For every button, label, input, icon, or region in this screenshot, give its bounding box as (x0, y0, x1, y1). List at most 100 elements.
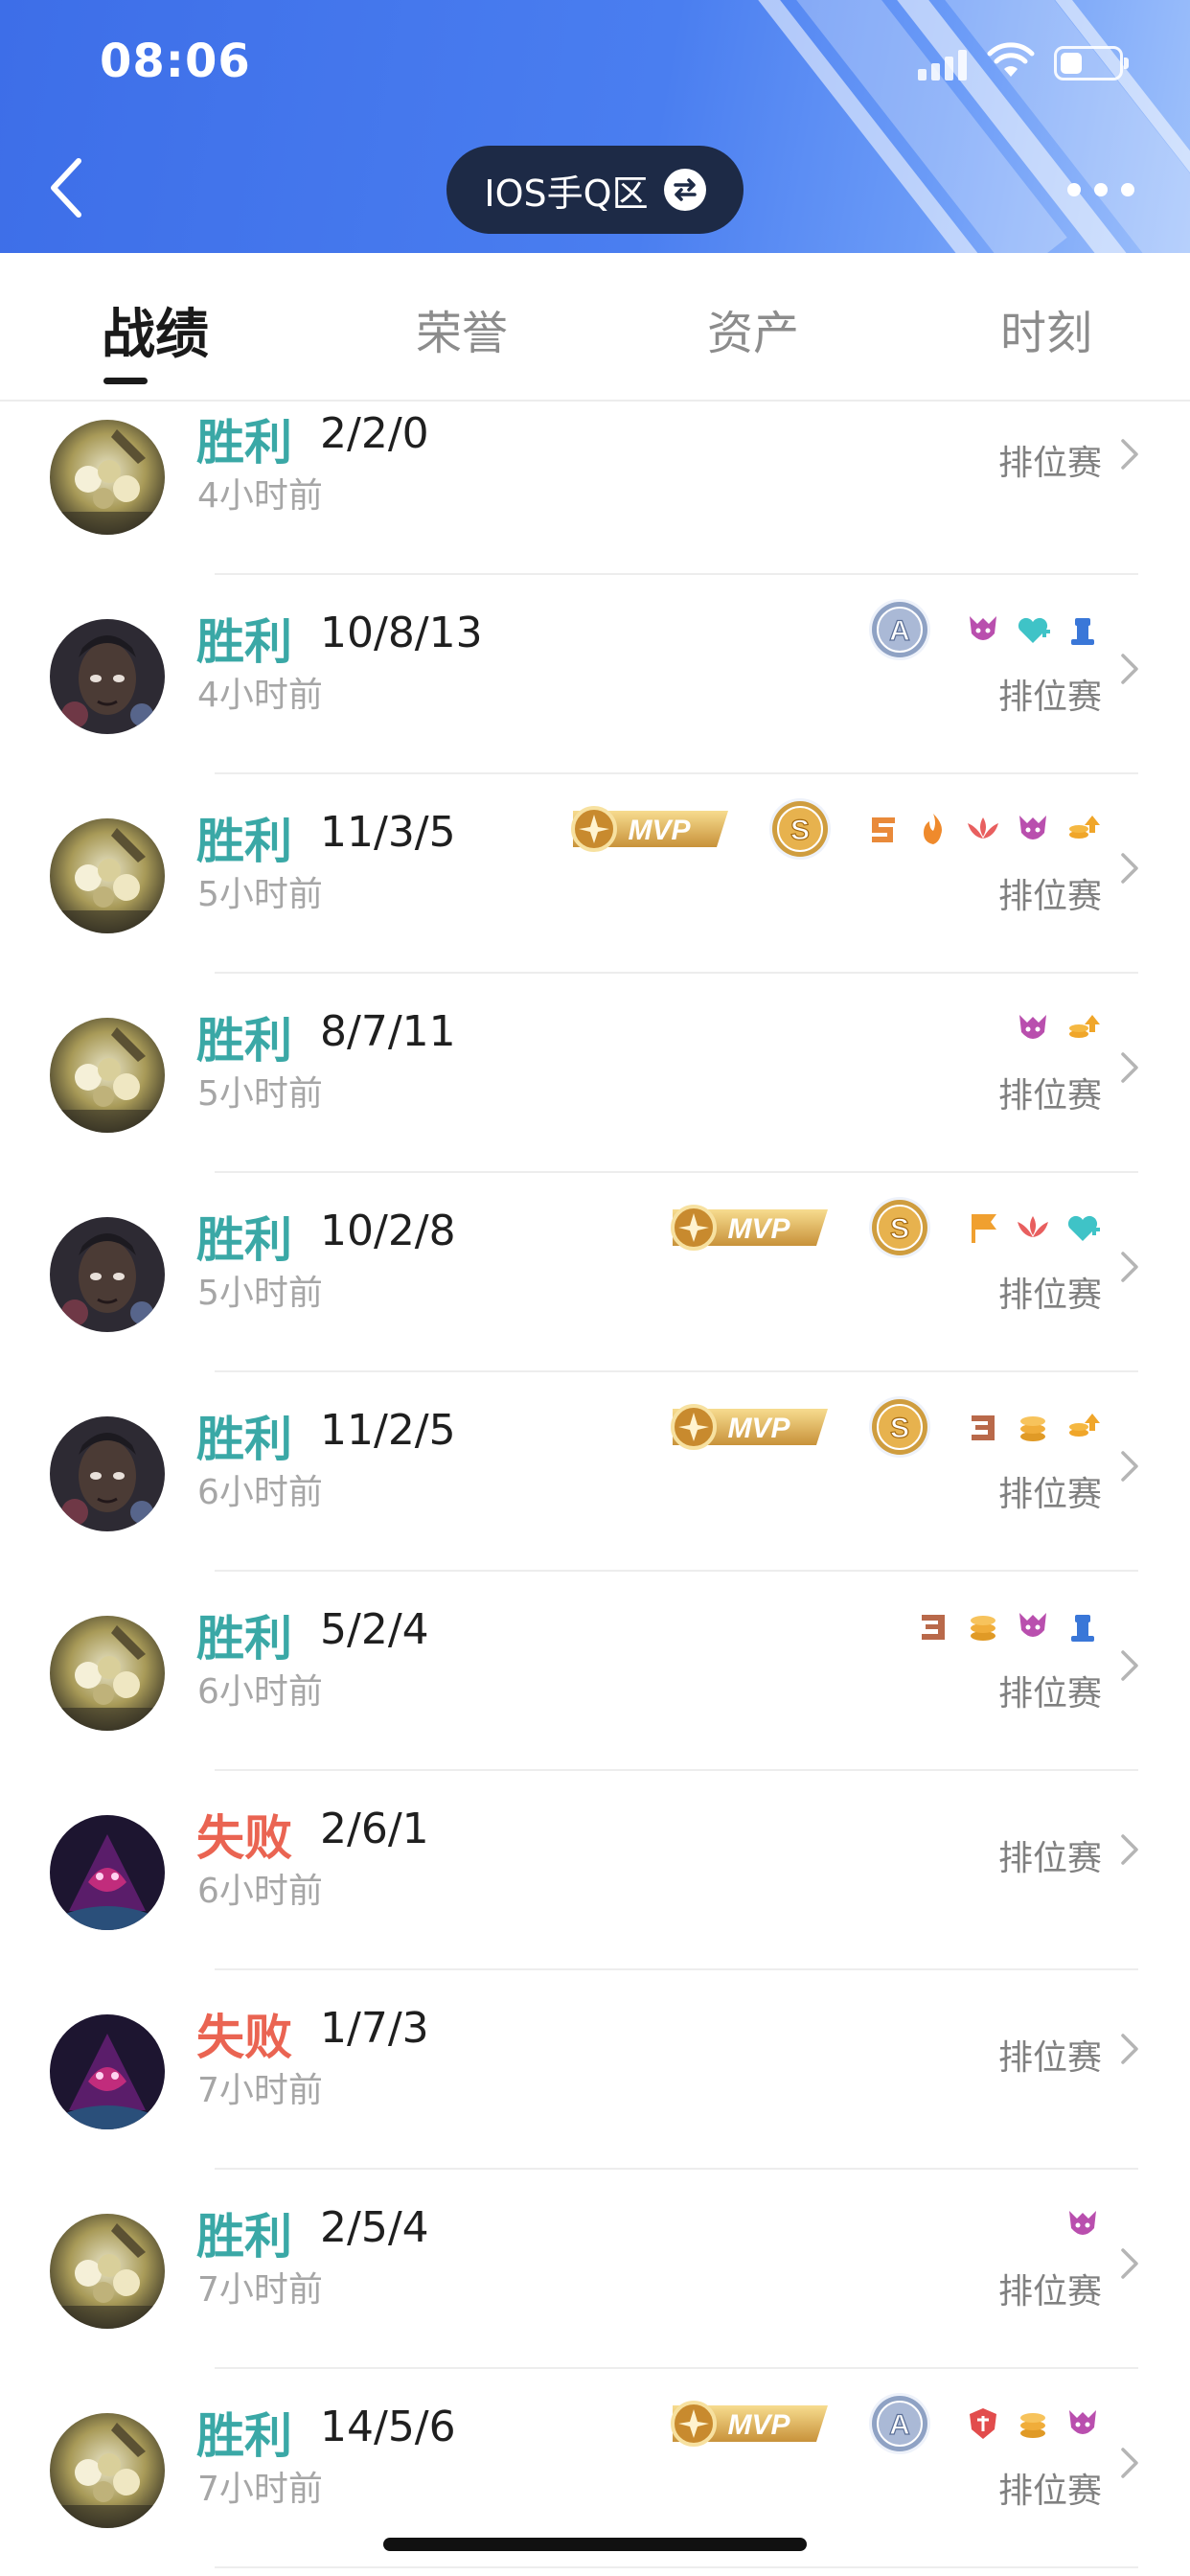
match-badges: A (866, 596, 1102, 663)
back-button[interactable] (42, 153, 100, 222)
status-time: 08:06 (100, 34, 251, 88)
tab-honor[interactable]: 荣誉 (416, 295, 508, 362)
svg-text:S: S (890, 1213, 909, 1245)
rating-s-medal-icon: S (866, 1393, 933, 1460)
match-row[interactable]: 胜利 10/2/8 5小时前 排位赛 MVP S (0, 1173, 1190, 1372)
svg-text:MVP: MVP (727, 2409, 790, 2441)
chevron-right-icon (1119, 1050, 1140, 1085)
lotus-icon (1014, 1208, 1052, 1247)
chevron-right-icon (1119, 2446, 1140, 2480)
mvp-badge-icon: MVP (663, 1200, 834, 1255)
coin-up-icon (1064, 1009, 1102, 1047)
hero-avatar (50, 1815, 165, 1930)
hero-avatar (50, 2214, 165, 2329)
chevron-right-icon (1119, 652, 1140, 686)
match-row[interactable]: 胜利 2/2/0 4小时前 排位赛 (0, 402, 1190, 575)
match-badges: MVP A (663, 2390, 1102, 2457)
rating-s-medal-icon: S (866, 1194, 933, 1261)
five-kill-icon (864, 810, 903, 848)
demon-icon (964, 610, 1002, 649)
match-mode: 排位赛 (997, 678, 1102, 717)
match-badges (914, 1593, 1102, 1660)
svg-text:S: S (890, 1413, 909, 1444)
fire-icon (914, 810, 952, 848)
mvp-badge-icon: MVP (663, 2396, 834, 2451)
match-time: 6小时前 (197, 1473, 323, 1512)
match-row[interactable]: 胜利 5/2/4 6小时前 排位赛 (0, 1572, 1190, 1771)
match-row[interactable]: 失败 2/6/1 6小时前 排位赛 (0, 1771, 1190, 1970)
heal-icon (1014, 610, 1052, 649)
match-row[interactable]: 胜利 8/7/11 5小时前 排位赛 (0, 974, 1190, 1173)
match-kda: 2/6/1 (320, 1805, 429, 1853)
active-tab-indicator (103, 378, 148, 384)
match-time: 7小时前 (197, 2071, 323, 2110)
tower-icon (1064, 1607, 1102, 1645)
chevron-right-icon (1119, 2032, 1140, 2066)
chevron-right-icon (1119, 1449, 1140, 1484)
tower-icon (1064, 610, 1102, 649)
match-kda: 8/7/11 (320, 1007, 456, 1056)
hero-avatar (50, 2413, 165, 2528)
match-time: 4小时前 (197, 476, 323, 516)
chevron-right-icon (1119, 1832, 1140, 1867)
chevron-right-icon (1119, 851, 1140, 886)
coin-up-icon (1064, 810, 1102, 848)
tab-assets[interactable]: 资产 (707, 295, 799, 362)
svg-text:A: A (889, 2409, 910, 2441)
app-header: 08:06 IOS手Q区 (0, 0, 1190, 253)
match-result: 胜利 (196, 1412, 292, 1467)
match-row[interactable]: 胜利 11/2/5 6小时前 排位赛 MVP S (0, 1372, 1190, 1572)
match-kda: 11/2/5 (320, 1406, 456, 1455)
match-result: 胜利 (196, 614, 292, 670)
demon-icon (1064, 2205, 1102, 2243)
match-result: 失败 (196, 2010, 292, 2065)
hero-avatar (50, 2014, 165, 2129)
three-kill-icon (914, 1607, 952, 1645)
demon-icon (1064, 2404, 1102, 2443)
match-kda: 2/5/4 (320, 2203, 429, 2252)
match-row[interactable]: 胜利 10/8/13 4小时前 排位赛 A (0, 575, 1190, 774)
coin-up-icon (1064, 1408, 1102, 1446)
row-divider (215, 2566, 1138, 2568)
match-kda: 10/2/8 (320, 1207, 456, 1255)
svg-text:MVP: MVP (727, 1213, 790, 1245)
match-mode: 排位赛 (997, 1674, 1102, 1714)
match-time: 4小时前 (197, 676, 323, 715)
svg-text:A: A (889, 615, 910, 647)
match-time: 5小时前 (197, 1074, 323, 1114)
match-badges: MVP S (663, 1194, 1102, 1261)
tab-moments[interactable]: 时刻 (1000, 295, 1092, 362)
match-mode: 排位赛 (997, 1839, 1102, 1878)
hero-avatar (50, 1018, 165, 1133)
match-kda: 5/2/4 (320, 1605, 429, 1654)
match-kda: 1/7/3 (320, 2004, 429, 2053)
match-mode: 排位赛 (997, 1076, 1102, 1116)
match-time: 7小时前 (197, 2270, 323, 2310)
match-result: 胜利 (196, 1212, 292, 1268)
match-result: 失败 (196, 1810, 292, 1866)
coins-icon (1014, 2404, 1052, 2443)
coins-icon (964, 1607, 1002, 1645)
match-mode: 排位赛 (997, 1276, 1102, 1315)
match-history-list[interactable]: 胜利 2/2/0 4小时前 排位赛 胜利 10/8/13 4小时前 排位赛 A 胜利 11/3/5 5… (0, 402, 1190, 2576)
mvp-badge-icon: MVP (563, 801, 734, 857)
home-indicator (383, 2538, 807, 2551)
demon-icon (1014, 810, 1052, 848)
match-badges: MVP S (563, 795, 1102, 862)
tab-record[interactable]: 战绩 (102, 291, 209, 369)
rating-a-medal-icon: A (866, 2390, 933, 2457)
match-kda: 10/8/13 (320, 609, 483, 657)
hero-avatar (50, 1416, 165, 1531)
match-row[interactable]: 失败 1/7/3 7小时前 排位赛 (0, 1970, 1190, 2170)
more-options-button[interactable] (1067, 180, 1134, 199)
demon-icon (1014, 1009, 1052, 1047)
match-row[interactable]: 胜利 11/3/5 5小时前 排位赛 MVP S (0, 774, 1190, 974)
match-result: 胜利 (196, 2209, 292, 2265)
flag-icon (964, 1208, 1002, 1247)
hero-avatar (50, 818, 165, 933)
region-switch-button[interactable]: IOS手Q区 (446, 146, 744, 234)
rating-a-medal-icon: A (866, 596, 933, 663)
heal-icon (1064, 1208, 1102, 1247)
match-row[interactable]: 胜利 2/5/4 7小时前 排位赛 (0, 2170, 1190, 2369)
svg-text:S: S (790, 815, 810, 846)
